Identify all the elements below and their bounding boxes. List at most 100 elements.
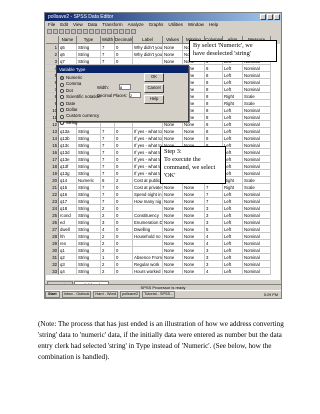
taskbar-item[interactable]: Inbox - Outlook bbox=[61, 291, 92, 298]
table-cell[interactable]: Dwelling bbox=[133, 226, 163, 233]
table-cell[interactable]: Right bbox=[223, 184, 243, 191]
table-cell[interactable]: 3 bbox=[205, 261, 223, 268]
table-cell[interactable]: q4 bbox=[59, 268, 77, 275]
menu-item-graphs[interactable]: Graphs bbox=[149, 21, 164, 28]
table-cell[interactable]: rcond bbox=[59, 212, 77, 219]
table-cell[interactable]: Scale bbox=[243, 177, 271, 184]
table-cell[interactable]: None bbox=[163, 121, 183, 128]
table-cell[interactable]: 3 bbox=[205, 247, 223, 254]
table-cell[interactable]: 7 bbox=[101, 142, 115, 149]
table-cell[interactable]: None bbox=[163, 128, 183, 135]
taskbar-item[interactable]: Hard - Word bbox=[93, 291, 119, 298]
table-cell[interactable]: q3 bbox=[59, 261, 77, 268]
table-cell[interactable]: None bbox=[183, 198, 205, 205]
table-cell[interactable]: String bbox=[77, 44, 101, 51]
table-cell[interactable]: Nominal bbox=[243, 135, 271, 142]
table-cell[interactable] bbox=[133, 58, 163, 65]
table-cell[interactable]: Nominal bbox=[243, 86, 271, 93]
menu-item-analyze[interactable]: Analyze bbox=[128, 21, 144, 28]
table-cell[interactable]: Nominal bbox=[243, 72, 271, 79]
table-cell[interactable]: Left bbox=[223, 79, 243, 86]
table-cell[interactable]: q14 bbox=[59, 177, 77, 184]
table-cell[interactable]: Nominal bbox=[243, 261, 271, 268]
table-cell[interactable]: String bbox=[77, 268, 101, 275]
table-cell[interactable] bbox=[133, 205, 163, 212]
insert-variable-icon[interactable] bbox=[107, 29, 112, 34]
table-cell[interactable]: Cost at public bbox=[133, 177, 163, 184]
table-cell[interactable]: 3 bbox=[205, 219, 223, 226]
table-cell[interactable]: 1 bbox=[101, 254, 115, 261]
table-cell[interactable]: 8 bbox=[205, 135, 223, 142]
table-cell[interactable]: Nominal bbox=[243, 128, 271, 135]
open-icon[interactable] bbox=[47, 29, 52, 34]
table-cell[interactable]: 7 bbox=[101, 44, 115, 51]
table-cell[interactable]: q13b bbox=[59, 135, 77, 142]
table-cell[interactable]: String bbox=[77, 205, 101, 212]
table-cell[interactable]: 8 bbox=[205, 128, 223, 135]
table-cell[interactable]: None bbox=[183, 184, 205, 191]
column-header[interactable]: Label bbox=[133, 36, 163, 44]
table-cell[interactable]: q13e bbox=[59, 156, 77, 163]
table-cell[interactable]: 0 bbox=[115, 226, 133, 233]
table-cell[interactable]: Nominal bbox=[243, 247, 271, 254]
table-cell[interactable]: None bbox=[163, 198, 183, 205]
table-cell[interactable]: Regular work bbox=[133, 261, 163, 268]
radio-button-icon[interactable] bbox=[60, 120, 64, 125]
table-cell[interactable]: String bbox=[77, 170, 101, 177]
table-cell[interactable]: 0 bbox=[115, 170, 133, 177]
table-cell[interactable]: 2 bbox=[101, 261, 115, 268]
table-cell[interactable]: Nominal bbox=[243, 212, 271, 219]
table-cell[interactable]: 7 bbox=[101, 128, 115, 135]
column-header[interactable] bbox=[46, 36, 59, 44]
table-cell[interactable]: None bbox=[163, 135, 183, 142]
table-cell[interactable]: 0 bbox=[115, 149, 133, 156]
table-cell[interactable]: Nominal bbox=[243, 156, 271, 163]
table-cell[interactable]: 4 bbox=[205, 268, 223, 275]
table-cell[interactable]: Left bbox=[223, 72, 243, 79]
table-cell[interactable]: Right bbox=[223, 177, 243, 184]
table-cell[interactable]: 2 bbox=[101, 212, 115, 219]
radio-button-icon[interactable] bbox=[60, 76, 64, 81]
table-cell[interactable]: Left bbox=[223, 156, 243, 163]
table-cell[interactable]: None bbox=[183, 240, 205, 247]
maximize-icon[interactable] bbox=[267, 14, 273, 20]
table-cell[interactable]: Nominal bbox=[243, 170, 271, 177]
table-cell[interactable]: None bbox=[163, 205, 183, 212]
type-option[interactable]: String bbox=[60, 120, 138, 126]
table-cell[interactable]: Nominal bbox=[243, 142, 271, 149]
table-cell[interactable]: None bbox=[163, 240, 183, 247]
table-cell[interactable]: String bbox=[77, 58, 101, 65]
table-cell[interactable]: q13g bbox=[59, 170, 77, 177]
table-cell[interactable]: Constituency bbox=[133, 212, 163, 219]
table-cell[interactable]: 0 bbox=[115, 163, 133, 170]
find-icon[interactable] bbox=[95, 29, 100, 34]
table-cell[interactable]: None bbox=[163, 184, 183, 191]
table-cell[interactable]: q13d bbox=[59, 149, 77, 156]
table-cell[interactable]: String bbox=[77, 254, 101, 261]
table-cell[interactable]: 7 bbox=[205, 191, 223, 198]
table-cell[interactable]: Nominal bbox=[243, 79, 271, 86]
table-cell[interactable]: Nominal bbox=[243, 240, 271, 247]
table-cell[interactable]: None bbox=[163, 226, 183, 233]
column-header[interactable]: Decimals bbox=[115, 36, 133, 44]
table-cell[interactable]: None bbox=[163, 219, 183, 226]
table-cell[interactable]: 7 bbox=[101, 51, 115, 58]
table-cell[interactable]: Household no bbox=[133, 233, 163, 240]
table-cell[interactable]: 2 bbox=[101, 247, 115, 254]
help-button[interactable]: Help bbox=[144, 95, 164, 104]
table-cell[interactable]: Nominal bbox=[243, 226, 271, 233]
table-cell[interactable]: q15 bbox=[59, 184, 77, 191]
menu-item-window[interactable]: Window bbox=[188, 21, 204, 28]
table-cell[interactable]: 7 bbox=[101, 163, 115, 170]
table-cell[interactable]: String bbox=[77, 233, 101, 240]
print-icon[interactable] bbox=[59, 29, 64, 34]
table-cell[interactable]: None bbox=[163, 191, 183, 198]
table-cell[interactable]: If yes - what to bbox=[133, 163, 163, 170]
table-cell[interactable]: 8 bbox=[205, 72, 223, 79]
table-cell[interactable]: None bbox=[183, 135, 205, 142]
table-cell[interactable]: Left bbox=[223, 135, 243, 142]
table-cell[interactable]: Left bbox=[223, 219, 243, 226]
table-cell[interactable]: Left bbox=[223, 121, 243, 128]
table-cell[interactable]: q5 bbox=[59, 44, 77, 51]
undo-icon[interactable] bbox=[65, 29, 70, 34]
